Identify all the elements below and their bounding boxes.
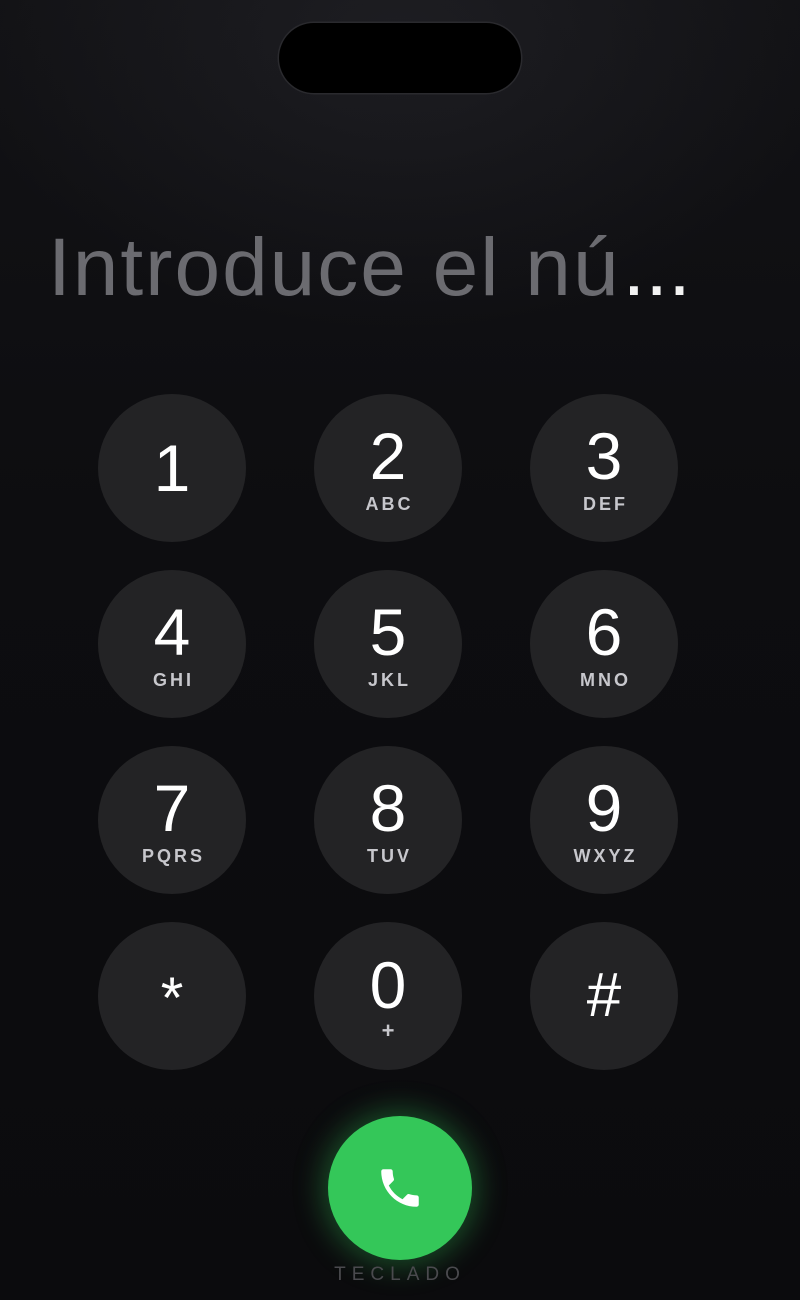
key-digit: 5	[369, 595, 407, 669]
key-letters: PQRS	[141, 846, 205, 866]
key-digit: 4	[153, 595, 191, 669]
key-4[interactable]: 4 GHI	[98, 570, 246, 718]
key-3[interactable]: 3 DEF	[530, 394, 678, 542]
tab-keypad[interactable]: TECLADO	[250, 1264, 550, 1286]
key-letters: TUV	[367, 846, 412, 866]
key-star[interactable]: *	[98, 922, 246, 1070]
key-8[interactable]: 8 TUV	[314, 746, 462, 894]
key-digit: 8	[369, 771, 407, 845]
key-letters: ABC	[365, 494, 414, 514]
key-0[interactable]: 0 +	[314, 922, 462, 1070]
key-digit: 7	[153, 771, 191, 845]
keypad: 1 2 ABC 3 DEF 4 GHI 5 JKL 6 MNO 7 PQRS 8…	[98, 394, 678, 1070]
key-letters: WXYZ	[573, 846, 638, 866]
key-letters: DEF	[583, 494, 628, 514]
key-digit: 2	[369, 419, 407, 493]
key-1[interactable]: 1	[98, 394, 246, 542]
key-digit: 3	[585, 419, 623, 493]
key-9[interactable]: 9 WXYZ	[530, 746, 678, 894]
key-6[interactable]: 6 MNO	[530, 570, 678, 718]
key-letters: JKL	[367, 670, 411, 690]
key-7[interactable]: 7 PQRS	[98, 746, 246, 894]
key-hash[interactable]: #	[530, 922, 678, 1070]
key-digit: 0	[369, 948, 407, 1022]
phone-icon	[381, 1169, 419, 1207]
key-digit: *	[160, 966, 184, 1031]
key-digit: 9	[585, 771, 623, 845]
key-letters: GHI	[152, 670, 194, 690]
key-digit: 1	[153, 431, 191, 505]
phone-screen: Introduce el nú... 1 2 ABC 3 DEF 4 GHI 5…	[0, 0, 800, 1300]
key-digit: 6	[585, 595, 623, 669]
key-letters: MNO	[580, 670, 631, 690]
dynamic-island	[279, 23, 521, 93]
key-5[interactable]: 5 JKL	[314, 570, 462, 718]
number-ellipsis: ...	[622, 222, 691, 313]
number-placeholder: Introduce el nú	[48, 222, 621, 313]
key-letters: +	[381, 1018, 395, 1043]
key-digit: #	[586, 961, 622, 1030]
number-display: Introduce el nú...	[48, 218, 768, 318]
key-2[interactable]: 2 ABC	[314, 394, 462, 542]
call-button[interactable]	[328, 1116, 472, 1260]
